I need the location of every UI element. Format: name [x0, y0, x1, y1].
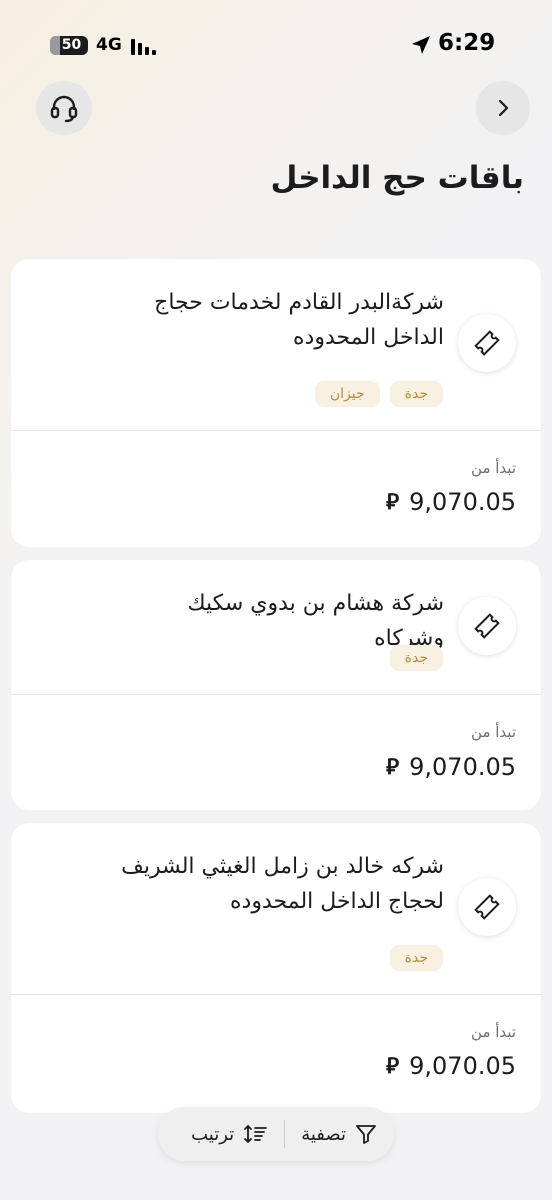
ticket-icon	[458, 597, 516, 655]
status-bar: 50 4G 6:29	[0, 0, 552, 90]
riyal-icon: ⃁	[386, 490, 400, 515]
price-value: 9,070.05	[409, 488, 516, 516]
price: ⃁ 9,070.05	[386, 1052, 516, 1080]
pill-divider	[284, 1120, 286, 1148]
headset-icon	[50, 95, 78, 123]
city-tag: جيزان	[314, 381, 380, 407]
battery-icon: 50	[50, 36, 88, 55]
city-tags: جدة	[389, 945, 443, 971]
divider	[11, 994, 541, 995]
company-name: شركةالبدر القادم لخدمات حجاج الداخل المح…	[154, 290, 444, 350]
divider	[11, 430, 541, 431]
price: ⃁ 9,070.05	[386, 753, 516, 781]
clock: 6:29	[438, 30, 496, 56]
sort-icon	[244, 1125, 268, 1143]
city-tag: جدة	[389, 945, 443, 971]
support-button[interactable]	[36, 81, 92, 135]
sort-button[interactable]: ترتيب	[175, 1107, 284, 1161]
starts-from-label: تبدأ من	[471, 723, 516, 741]
sort-label: ترتيب	[191, 1123, 235, 1145]
price-value: 9,070.05	[409, 1052, 516, 1080]
company-name: شركه خالد بن زامل الغيثي الشريف لحجاج ال…	[121, 854, 444, 914]
chevron-right-icon	[498, 99, 509, 117]
signal-bars-icon	[131, 39, 156, 55]
funnel-icon	[356, 1125, 376, 1144]
riyal-icon: ⃁	[386, 755, 400, 780]
starts-from-label: تبدأ من	[471, 459, 516, 477]
package-card[interactable]: شركه خالد بن زامل الغيثي الشريف لحجاج ال…	[11, 823, 541, 1113]
app-screen: 50 4G 6:29 باقات حج الداخل شركةالبدر الق…	[0, 0, 552, 1200]
package-card[interactable]: شركة هشام بن بدوي سكيك وشركاه جدة تبدأ م…	[11, 560, 541, 810]
riyal-icon: ⃁	[386, 1054, 400, 1079]
page-title: باقات حج الداخل	[270, 160, 524, 196]
starts-from-label: تبدأ من	[471, 1023, 516, 1041]
city-tag: جدة	[389, 381, 443, 407]
location-arrow-icon	[412, 36, 430, 54]
battery-level: 50	[61, 37, 82, 53]
price-value: 9,070.05	[409, 753, 516, 781]
ticket-icon	[458, 878, 516, 936]
filter-label: تصفية	[301, 1123, 346, 1145]
price: ⃁ 9,070.05	[386, 488, 516, 516]
city-tag: جدة	[389, 645, 443, 671]
city-tags: جدة جيزان	[314, 381, 443, 407]
package-card[interactable]: شركةالبدر القادم لخدمات حجاج الداخل المح…	[11, 259, 541, 547]
network-type: 4G	[96, 35, 122, 55]
ticket-icon	[458, 314, 516, 372]
city-tags: جدة	[389, 645, 443, 671]
divider	[11, 694, 541, 695]
back-button[interactable]	[476, 81, 530, 135]
filter-button[interactable]: تصفية	[285, 1107, 394, 1161]
filter-sort-bar: تصفية ترتيب	[158, 1107, 394, 1161]
